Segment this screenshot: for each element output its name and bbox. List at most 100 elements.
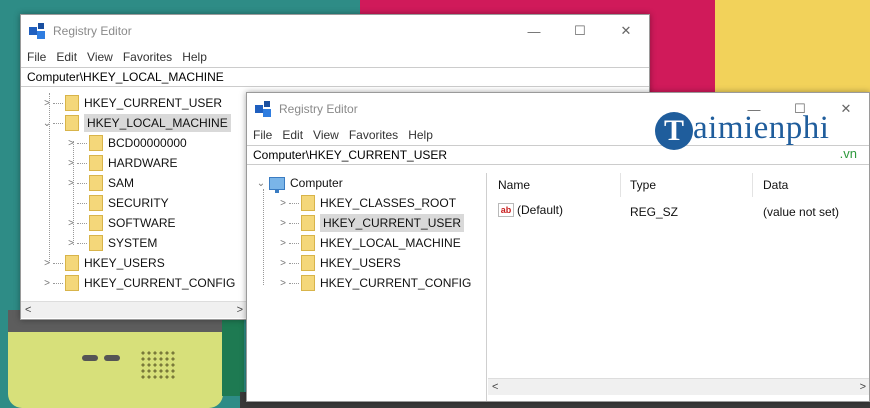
menu-edit[interactable]: Edit	[282, 128, 303, 142]
column-header-type[interactable]: Type	[630, 173, 656, 197]
menu-view[interactable]: View	[313, 128, 339, 142]
maximize-button[interactable]: ☐	[557, 15, 603, 47]
chevron-right-icon[interactable]: >	[65, 158, 77, 169]
chevron-down-icon[interactable]: ⌄	[41, 118, 53, 129]
folder-icon	[301, 215, 315, 231]
tree-item-label: SOFTWARE	[108, 216, 176, 230]
menu-favorites[interactable]: Favorites	[349, 128, 398, 142]
horizontal-scrollbar[interactable]: < >	[21, 301, 247, 318]
registry-editor-icon	[255, 101, 271, 117]
folder-icon	[65, 255, 79, 271]
chevron-right-icon[interactable]: >	[65, 238, 77, 249]
tree-item-hkey-current-config[interactable]: > HKEY_CURRENT_CONFIG	[21, 273, 247, 293]
folder-icon	[65, 115, 79, 131]
tree-item-bcd[interactable]: > BCD00000000	[21, 133, 247, 153]
folder-icon	[89, 135, 103, 151]
folder-icon	[89, 195, 103, 211]
scroll-left-icon[interactable]: <	[25, 304, 31, 316]
chevron-right-icon[interactable]: >	[41, 278, 53, 289]
chevron-right-icon[interactable]: >	[65, 218, 77, 229]
tree-item-label: SECURITY	[108, 196, 169, 210]
tree-item-hkey-current-user[interactable]: > HKEY_CURRENT_USER	[21, 93, 247, 113]
chevron-right-icon[interactable]: >	[41, 98, 53, 109]
tree-item-label: Computer	[290, 176, 343, 190]
folder-icon	[301, 235, 315, 251]
wallpaper-gameboy-button	[82, 355, 98, 361]
chevron-right-icon[interactable]: >	[277, 198, 289, 209]
menu-edit[interactable]: Edit	[56, 50, 77, 64]
registry-editor-icon	[29, 23, 45, 39]
tree-guide-line	[49, 93, 50, 263]
address-bar[interactable]: Computer\HKEY_LOCAL_MACHINE	[21, 67, 649, 87]
folder-icon	[89, 215, 103, 231]
value-type: REG_SZ	[630, 205, 679, 219]
chevron-right-icon[interactable]: >	[277, 238, 289, 249]
column-header-name[interactable]: Name	[498, 173, 530, 197]
value-data: (value not set)	[763, 205, 840, 219]
chevron-right-icon[interactable]: >	[277, 218, 289, 229]
title-bar[interactable]: Registry Editor — ☐ ✕	[21, 15, 649, 47]
tree-item-sam[interactable]: > SAM	[21, 173, 247, 193]
close-button[interactable]: ✕	[603, 15, 649, 47]
logo-text: aimienphi	[693, 110, 830, 146]
taimienphi-logo: T aimienphi .vn	[655, 108, 865, 164]
menu-file[interactable]: File	[27, 50, 46, 64]
string-value-icon: ab	[498, 203, 514, 217]
menu-favorites[interactable]: Favorites	[123, 50, 172, 64]
tree-item-hkey-current-config[interactable]: > HKEY_CURRENT_CONFIG	[247, 273, 486, 293]
chevron-right-icon[interactable]: >	[65, 138, 77, 149]
tree-item-hkey-classes-root[interactable]: > HKEY_CLASSES_ROOT	[247, 193, 486, 213]
tree-item-label: HKEY_CLASSES_ROOT	[320, 196, 457, 210]
value-name-cell: ab (Default)	[498, 203, 563, 217]
value-name: (Default)	[517, 203, 564, 217]
scroll-left-icon[interactable]: <	[492, 381, 498, 393]
tree-item-hkey-users[interactable]: > HKEY_USERS	[21, 253, 247, 273]
tree-item-hkey-local-machine[interactable]: ⌄ HKEY_LOCAL_MACHINE	[21, 113, 247, 133]
column-separator[interactable]	[620, 173, 621, 197]
chevron-right-icon[interactable]: >	[277, 278, 289, 289]
chevron-right-icon[interactable]: >	[41, 258, 53, 269]
chevron-right-icon[interactable]: >	[277, 258, 289, 269]
menu-view[interactable]: View	[87, 50, 113, 64]
tree-item-label: HKEY_CURRENT_USER	[320, 214, 465, 232]
tree-item-hkey-users[interactable]: > HKEY_USERS	[247, 253, 486, 273]
wallpaper-gameboy-button	[104, 355, 120, 361]
tree-item-label: HKEY_LOCAL_MACHINE	[84, 114, 231, 132]
tree-item-computer[interactable]: ⌄ Computer	[247, 173, 486, 193]
menu-help[interactable]: Help	[408, 128, 433, 142]
computer-icon	[269, 176, 285, 193]
tree-item-security[interactable]: SECURITY	[21, 193, 247, 213]
values-pane: Name Type Data ab (Default) REG_SZ (valu…	[488, 173, 869, 401]
tree-item-hkey-current-user[interactable]: > HKEY_CURRENT_USER	[247, 213, 486, 233]
tree-item-hkey-local-machine[interactable]: > HKEY_LOCAL_MACHINE	[247, 233, 486, 253]
folder-icon	[301, 195, 315, 211]
logo-suffix: .vn	[839, 146, 857, 161]
column-separator[interactable]	[752, 173, 753, 197]
tree-item-label: HKEY_LOCAL_MACHINE	[320, 236, 461, 250]
tree-item-label: HKEY_CURRENT_CONFIG	[84, 276, 236, 290]
menu-file[interactable]: File	[253, 128, 272, 142]
tree-item-label: HKEY_CURRENT_CONFIG	[320, 276, 472, 290]
chevron-down-icon[interactable]: ⌄	[255, 178, 267, 189]
tree-item-software[interactable]: > SOFTWARE	[21, 213, 247, 233]
tree-pane: > HKEY_CURRENT_USER ⌄ HKEY_LOCAL_MACHINE…	[21, 93, 247, 301]
folder-icon	[65, 275, 79, 291]
scroll-right-icon[interactable]: >	[860, 381, 866, 393]
folder-icon	[89, 155, 103, 171]
wallpaper-green-object	[222, 318, 244, 396]
folder-icon	[89, 235, 103, 251]
chevron-right-icon[interactable]: >	[65, 178, 77, 189]
tree-item-hardware[interactable]: > HARDWARE	[21, 153, 247, 173]
tree-item-label: SAM	[108, 176, 135, 190]
tree-guide-line	[263, 189, 264, 285]
tree-item-system[interactable]: > SYSTEM	[21, 233, 247, 253]
table-row[interactable]: ab (Default) REG_SZ (value not set)	[488, 201, 869, 221]
minimize-button[interactable]: —	[511, 15, 557, 47]
menu-help[interactable]: Help	[182, 50, 207, 64]
horizontal-scrollbar[interactable]: < >	[488, 378, 869, 395]
column-header-data[interactable]: Data	[763, 173, 788, 197]
folder-icon	[301, 255, 315, 271]
menu-bar: File Edit View Favorites Help	[21, 47, 649, 67]
tree-item-label: HKEY_CURRENT_USER	[84, 96, 223, 110]
scroll-right-icon[interactable]: >	[237, 304, 243, 316]
